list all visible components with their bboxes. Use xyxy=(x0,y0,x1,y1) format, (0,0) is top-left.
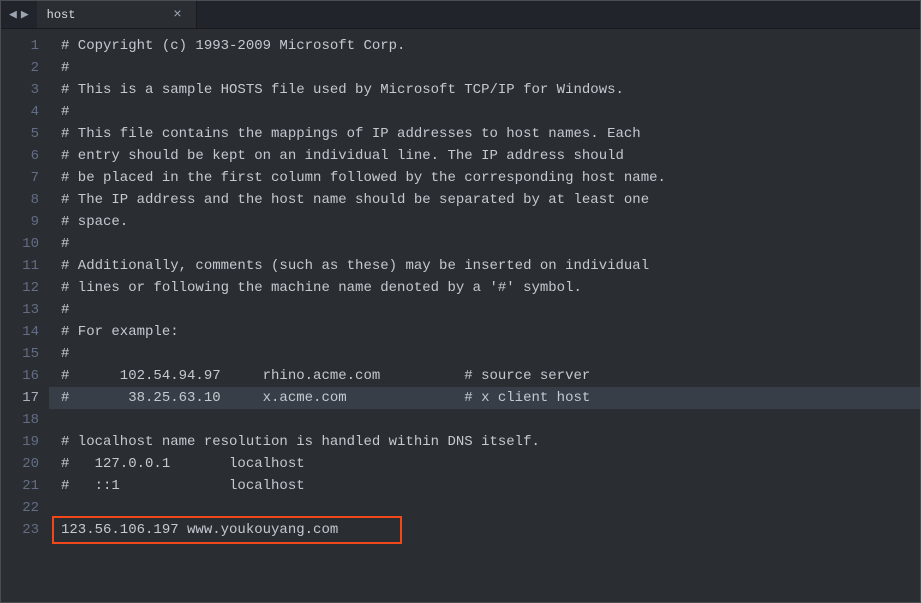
line-number: 17 xyxy=(1,387,39,409)
line-number: 11 xyxy=(1,255,39,277)
line-number: 4 xyxy=(1,101,39,123)
line-number: 1 xyxy=(1,35,39,57)
code-line[interactable]: # For example: xyxy=(49,321,920,343)
code-line[interactable]: # xyxy=(49,299,920,321)
line-number: 22 xyxy=(1,497,39,519)
line-number: 6 xyxy=(1,145,39,167)
code-line[interactable]: # 38.25.63.10 x.acme.com # x client host xyxy=(49,387,920,409)
line-number: 12 xyxy=(1,277,39,299)
nav-arrows: ◀ ▶ xyxy=(1,1,37,28)
code-editor[interactable]: 1234567891011121314151617181920212223 # … xyxy=(1,29,920,602)
line-number-gutter: 1234567891011121314151617181920212223 xyxy=(1,29,49,602)
code-line[interactable]: # The IP address and the host name shoul… xyxy=(49,189,920,211)
tab-title: host xyxy=(47,8,76,22)
code-line[interactable]: # xyxy=(49,343,920,365)
tab-host[interactable]: host × xyxy=(37,1,197,28)
line-number: 18 xyxy=(1,409,39,431)
code-line[interactable]: # 127.0.0.1 localhost xyxy=(49,453,920,475)
line-number: 14 xyxy=(1,321,39,343)
nav-next-icon[interactable]: ▶ xyxy=(21,7,29,22)
line-number: 21 xyxy=(1,475,39,497)
line-number: 9 xyxy=(1,211,39,233)
line-number: 15 xyxy=(1,343,39,365)
code-line[interactable]: # xyxy=(49,233,920,255)
code-line[interactable]: # xyxy=(49,57,920,79)
line-number: 7 xyxy=(1,167,39,189)
line-number: 2 xyxy=(1,57,39,79)
line-number: 8 xyxy=(1,189,39,211)
line-number: 19 xyxy=(1,431,39,453)
code-line[interactable]: # 102.54.94.97 rhino.acme.com # source s… xyxy=(49,365,920,387)
code-area[interactable]: # Copyright (c) 1993-2009 Microsoft Corp… xyxy=(49,29,920,602)
code-line[interactable]: # localhost name resolution is handled w… xyxy=(49,431,920,453)
line-number: 20 xyxy=(1,453,39,475)
code-line[interactable]: # ::1 localhost xyxy=(49,475,920,497)
code-line[interactable]: # xyxy=(49,101,920,123)
code-line[interactable]: # entry should be kept on an individual … xyxy=(49,145,920,167)
line-number: 5 xyxy=(1,123,39,145)
line-number: 16 xyxy=(1,365,39,387)
line-number: 3 xyxy=(1,79,39,101)
code-line[interactable] xyxy=(49,497,920,519)
code-line[interactable]: 123.56.106.197 www.youkouyang.com xyxy=(49,519,920,541)
code-line[interactable] xyxy=(49,409,920,431)
tab-close-icon[interactable]: × xyxy=(169,5,185,25)
title-bar: ◀ ▶ host × xyxy=(1,1,920,29)
code-line[interactable]: # Copyright (c) 1993-2009 Microsoft Corp… xyxy=(49,35,920,57)
code-line[interactable]: # This is a sample HOSTS file used by Mi… xyxy=(49,79,920,101)
line-number: 13 xyxy=(1,299,39,321)
nav-prev-icon[interactable]: ◀ xyxy=(9,7,17,22)
code-line[interactable]: # be placed in the first column followed… xyxy=(49,167,920,189)
line-number: 23 xyxy=(1,519,39,541)
code-line[interactable]: # This file contains the mappings of IP … xyxy=(49,123,920,145)
code-line[interactable]: # space. xyxy=(49,211,920,233)
code-line[interactable]: # lines or following the machine name de… xyxy=(49,277,920,299)
code-line[interactable]: # Additionally, comments (such as these)… xyxy=(49,255,920,277)
line-number: 10 xyxy=(1,233,39,255)
